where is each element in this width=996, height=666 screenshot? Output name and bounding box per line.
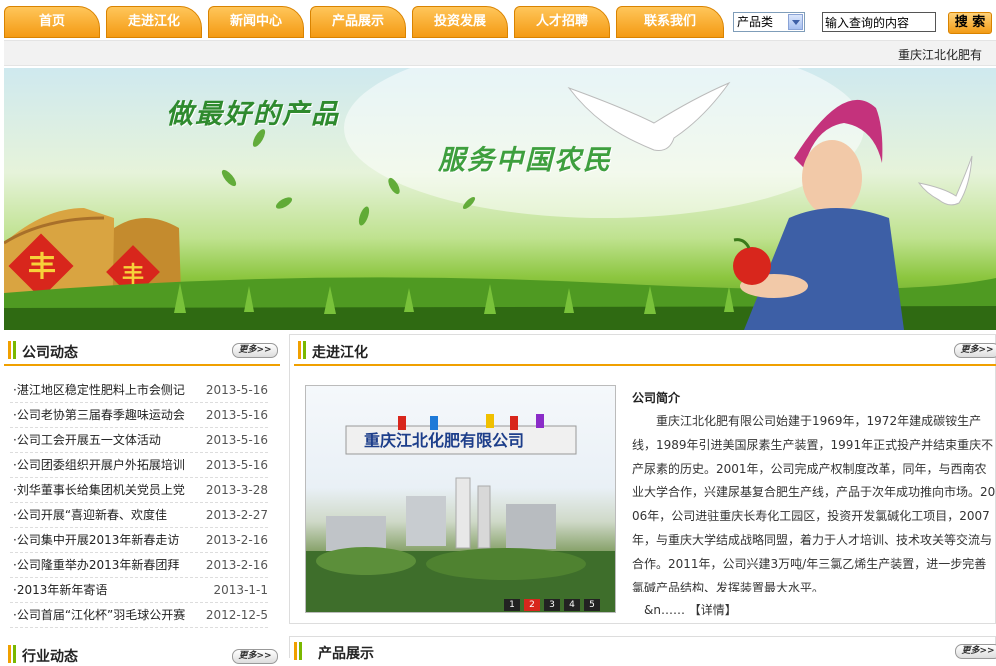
industry-news-header: 行业动态 更多>> xyxy=(4,640,280,665)
nav-products[interactable]: 产品展示 xyxy=(310,6,406,38)
top-nav: 首页 走进江化 新闻中心 产品展示 投资发展 人才招聘 联系我们 产品类 搜 索 xyxy=(0,0,996,40)
nav-home[interactable]: 首页 xyxy=(4,6,100,38)
search-category-value: 产品类 xyxy=(737,15,774,29)
company-photo-slideshow[interactable]: 重庆江北化肥有限公司 xyxy=(305,385,616,613)
section-marker-icon xyxy=(294,642,297,660)
news-date: 2012-12-5 xyxy=(205,608,268,622)
list-item[interactable]: ·公司隆重举办2013年新春团拜 2013-2-16 xyxy=(10,553,268,578)
pager-2-active[interactable]: 2 xyxy=(524,599,540,611)
news-title[interactable]: ·公司首届“江化杯”羽毛球公开赛 xyxy=(13,603,185,628)
news-title[interactable]: ·公司工会开展五一文体活动 xyxy=(13,428,161,453)
news-date: 2013-5-16 xyxy=(205,408,268,422)
news-date: 2013-2-16 xyxy=(205,558,268,572)
nav-news[interactable]: 新闻中心 xyxy=(208,6,304,38)
search-input[interactable] xyxy=(822,12,936,32)
industry-news-more-button[interactable]: 更多>> xyxy=(232,649,278,664)
list-item[interactable]: ·公司工会开展五一文体活动 2013-5-16 xyxy=(10,428,268,453)
chevron-down-icon[interactable] xyxy=(788,14,803,30)
news-title[interactable]: ·公司集中开展2013年新春走访 xyxy=(13,528,179,553)
news-date: 2013-1-1 xyxy=(213,583,268,597)
news-title[interactable]: ·公司隆重举办2013年新春团拜 xyxy=(13,553,179,578)
marquee-bar: 重庆江北化肥有 xyxy=(4,40,996,66)
list-item[interactable]: ·刘华董事长给集团机关党员上党 2013-3-28 xyxy=(10,478,268,503)
marquee-text[interactable]: 重庆江北化肥有 xyxy=(898,46,982,63)
list-item[interactable]: ·公司开展“喜迎新春、欢度佳 2013-2-27 xyxy=(10,503,268,528)
list-item[interactable]: ·公司首届“江化杯”羽毛球公开赛 2012-12-5 xyxy=(10,603,268,628)
news-date: 2013-2-16 xyxy=(205,533,268,547)
intro-title: 公司简介 xyxy=(632,391,681,405)
svg-text:重庆江北化肥有限公司: 重庆江北化肥有限公司 xyxy=(364,431,524,450)
about-header: 走进江化 更多>> xyxy=(294,336,996,366)
about-more-button[interactable]: 更多>> xyxy=(954,343,996,358)
news-date: 2013-3-28 xyxy=(205,483,268,497)
intro-body: 重庆江北化肥有限公司始建于1969年，1972年建成碳铵生产线，1989年引进美… xyxy=(632,414,996,592)
intro-more-prefix: &n…… xyxy=(644,603,685,617)
products-header: 产品展示 更多>> xyxy=(289,636,996,662)
news-title[interactable]: ·公司团委组织开展户外拓展培训 xyxy=(13,453,185,478)
industry-news-title: 行业动态 xyxy=(22,649,78,665)
news-date: 2013-5-16 xyxy=(205,433,268,447)
hero-banner: 丰 丰 做最好的产品 服务中国农民 xyxy=(4,68,996,330)
section-marker-icon xyxy=(8,341,11,359)
section-marker-icon xyxy=(298,341,301,359)
news-date: 2013-5-16 xyxy=(205,383,268,397)
factory-photo: 重庆江北化肥有限公司 xyxy=(306,414,615,612)
banner-slogan-1: 做最好的产品 xyxy=(166,99,340,130)
nav-contact[interactable]: 联系我们 xyxy=(616,6,724,38)
section-marker-icon xyxy=(13,341,16,359)
news-title[interactable]: ·刘华董事长给集团机关党员上党 xyxy=(13,478,185,503)
products-more-button[interactable]: 更多>> xyxy=(955,644,996,659)
nav-investment[interactable]: 投资发展 xyxy=(412,6,508,38)
banner-slogan-2: 服务中国农民 xyxy=(438,145,612,176)
news-date: 2013-5-16 xyxy=(205,458,268,472)
list-item[interactable]: ·湛江地区稳定性肥料上市会侧记 2013-5-16 xyxy=(10,378,268,403)
svg-text:丰: 丰 xyxy=(28,250,56,283)
section-marker-icon xyxy=(303,341,306,359)
about-title: 走进江化 xyxy=(312,345,368,361)
news-title[interactable]: ·公司开展“喜迎新春、欢度佳 xyxy=(13,503,167,528)
search-category-select[interactable]: 产品类 xyxy=(733,12,805,32)
search-button[interactable]: 搜 索 xyxy=(948,12,992,34)
company-news-more-button[interactable]: 更多>> xyxy=(232,343,278,358)
list-item[interactable]: ·公司集中开展2013年新春走访 2013-2-16 xyxy=(10,528,268,553)
section-marker-icon xyxy=(299,642,302,660)
pager-3[interactable]: 3 xyxy=(544,599,560,611)
nav-careers[interactable]: 人才招聘 xyxy=(514,6,610,38)
list-item[interactable]: ·公司老协第三届春季趣味运动会 2013-5-16 xyxy=(10,403,268,428)
news-title[interactable]: ·公司老协第三届春季趣味运动会 xyxy=(13,403,185,428)
news-title[interactable]: ·湛江地区稳定性肥料上市会侧记 xyxy=(13,378,185,403)
list-item[interactable]: ·2013年新年寄语 2013-1-1 xyxy=(10,578,268,603)
news-title[interactable]: ·2013年新年寄语 xyxy=(13,578,107,603)
intro-detail-link[interactable]: 【详情】 xyxy=(689,603,737,617)
banner-illustration: 丰 丰 xyxy=(4,68,996,330)
list-item[interactable]: ·公司团委组织开展户外拓展培训 2013-5-16 xyxy=(10,453,268,478)
company-news-list: ·湛江地区稳定性肥料上市会侧记 2013-5-16 ·公司老协第三届春季趣味运动会… xyxy=(10,378,268,628)
products-title: 产品展示 xyxy=(318,646,374,662)
section-marker-icon xyxy=(13,645,16,663)
news-date: 2013-2-27 xyxy=(205,508,268,522)
pager-5[interactable]: 5 xyxy=(584,599,600,611)
section-marker-icon xyxy=(8,645,11,663)
intro-more: &n…… 【详情】 xyxy=(644,601,737,618)
nav-about[interactable]: 走进江化 xyxy=(106,6,202,38)
pager-4[interactable]: 4 xyxy=(564,599,580,611)
pager-1[interactable]: 1 xyxy=(504,599,520,611)
company-news-title: 公司动态 xyxy=(22,345,78,361)
company-news-header: 公司动态 更多>> xyxy=(4,336,280,366)
